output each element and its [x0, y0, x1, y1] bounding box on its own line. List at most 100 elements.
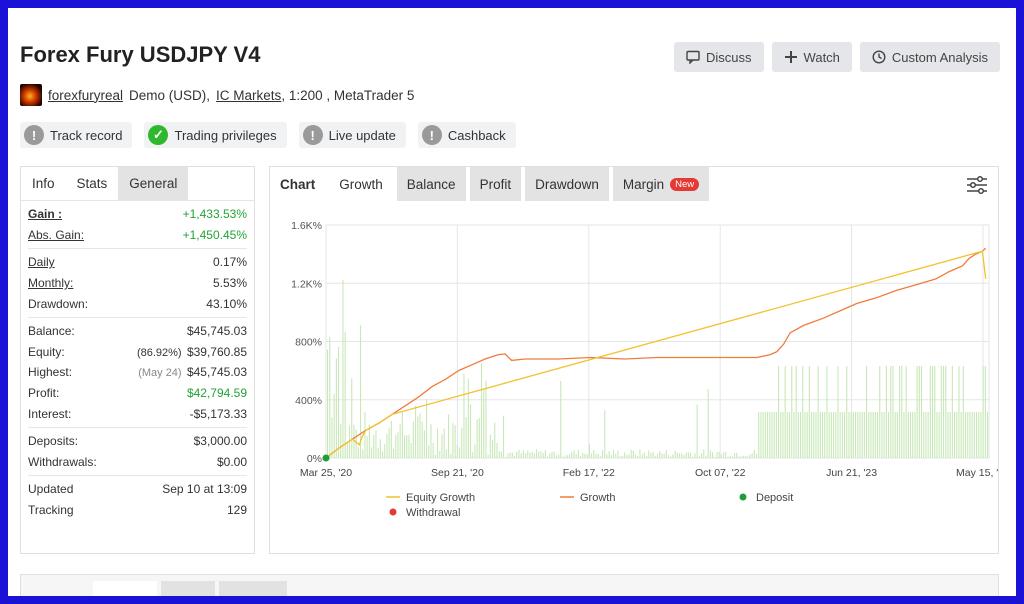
activity-bar [441, 434, 443, 458]
x-tick-label: May 15, '24 [956, 467, 998, 479]
activity-bar [778, 366, 780, 458]
activity-bar [967, 412, 969, 458]
activity-bar [861, 412, 863, 458]
tab-profit[interactable]: Profit [469, 167, 522, 201]
gain-value: +1,433.53% [182, 207, 247, 222]
rate-group: Daily 0.17% Monthly: 5.53% Drawdown: 43.… [28, 249, 247, 318]
activity-bar [947, 412, 949, 458]
new-badge: New [670, 177, 700, 191]
activity-bar [954, 412, 956, 458]
highest-label: Highest: [28, 365, 73, 380]
activity-bar [628, 454, 630, 458]
gain-label[interactable]: Gain : [28, 207, 62, 221]
tab-stats[interactable]: Stats [65, 167, 119, 200]
top-actions: Discuss Watch Custom Analysis [674, 42, 1000, 72]
activity-bar [331, 417, 333, 458]
activity-bar [399, 424, 401, 458]
user-link[interactable]: forexfuryreal [48, 88, 123, 103]
activity-bar [811, 412, 813, 458]
updated-label: Updated [28, 482, 74, 497]
activity-bar [828, 412, 830, 458]
activity-bar [406, 435, 408, 458]
activity-bar [674, 450, 676, 458]
activity-bar [773, 412, 775, 458]
activity-bar [514, 456, 516, 458]
tab-margin[interactable]: Margin New [612, 167, 710, 201]
stat-row: Interest: -$5,173.33 [28, 403, 247, 424]
activity-bar [764, 412, 766, 458]
withdrawals-value: $0.00 [216, 454, 247, 469]
activity-bar [448, 414, 450, 458]
sliders-icon[interactable] [966, 175, 988, 195]
daily-label[interactable]: Daily [28, 255, 55, 269]
activity-bar [982, 366, 984, 458]
activity-bar [569, 454, 571, 458]
activity-bar [437, 428, 439, 458]
custom-analysis-button[interactable]: Custom Analysis [859, 42, 1000, 72]
bottom-tab[interactable] [161, 581, 215, 596]
discuss-button[interactable]: Discuss [674, 42, 764, 72]
abs-gain-label[interactable]: Abs. Gain: [28, 228, 84, 242]
activity-bar [525, 453, 527, 458]
activity-bar [657, 453, 659, 458]
tab-drawdown[interactable]: Drawdown [525, 167, 609, 201]
bottom-tab[interactable] [219, 581, 287, 596]
activity-bar [327, 349, 329, 458]
activity-bar [335, 358, 337, 458]
stat-row: Profit: $42,794.59 [28, 383, 247, 404]
balance-value: $45,745.03 [186, 324, 247, 339]
activity-bar [901, 366, 903, 458]
stat-row: Withdrawals: $0.00 [28, 452, 247, 473]
activity-bar [401, 412, 403, 458]
broker-link[interactable]: IC Markets [216, 88, 281, 103]
watch-label: Watch [803, 49, 840, 65]
activity-bar [800, 412, 802, 458]
activity-bar [553, 451, 555, 458]
tab-balance[interactable]: Balance [396, 167, 466, 201]
chart-panel: Chart Growth Balance Profit Drawdown Mar… [269, 166, 999, 554]
plus-icon [784, 51, 797, 63]
activity-bar [395, 434, 397, 458]
activity-bar [366, 436, 368, 458]
trading-privileges-badge[interactable]: ✓ Trading privileges [144, 122, 287, 148]
activity-bar [760, 412, 762, 458]
activity-bar [419, 413, 421, 458]
activity-bar [826, 366, 828, 458]
activity-bar [516, 451, 518, 458]
drawdown-value: 43.10% [206, 296, 247, 311]
activity-bar [980, 412, 982, 458]
activity-bar [509, 452, 511, 458]
badge-label: Track record [50, 127, 123, 143]
cashback-badge[interactable]: ! Cashback [417, 122, 516, 148]
activity-bar [410, 443, 412, 458]
activity-bar [520, 453, 522, 458]
activity-bar [443, 428, 445, 458]
activity-bar [586, 454, 588, 458]
tab-general[interactable]: General [118, 167, 189, 200]
avatar[interactable] [20, 84, 42, 106]
tab-growth[interactable]: Growth [329, 167, 393, 201]
tab-info[interactable]: Info [21, 167, 66, 200]
activity-bar [892, 366, 894, 458]
activity-bar [342, 279, 344, 458]
activity-bar [632, 450, 634, 458]
monthly-value: 5.53% [212, 276, 247, 291]
activity-bar [382, 451, 384, 458]
activity-bar [769, 412, 771, 458]
activity-bar [630, 449, 632, 458]
activity-bar [432, 442, 434, 458]
activity-bar [767, 412, 769, 458]
activity-bar [461, 428, 463, 458]
bottom-tab[interactable] [93, 581, 157, 596]
watch-button[interactable]: Watch [771, 42, 852, 72]
activity-bar [540, 450, 542, 458]
activity-bar [802, 366, 804, 458]
track-record-badge[interactable]: ! Track record [20, 122, 133, 148]
activity-bar [905, 366, 907, 458]
legend-label: Equity Growth [406, 492, 475, 504]
equity-value-wrap: (86.92%) $39,760.85 [137, 345, 247, 359]
live-update-badge[interactable]: ! Live update [298, 122, 406, 148]
money-group: Balance: $45,745.03 Equity: (86.92%) $39… [28, 318, 247, 428]
monthly-label[interactable]: Monthly: [28, 276, 73, 290]
activity-bar [965, 412, 967, 458]
